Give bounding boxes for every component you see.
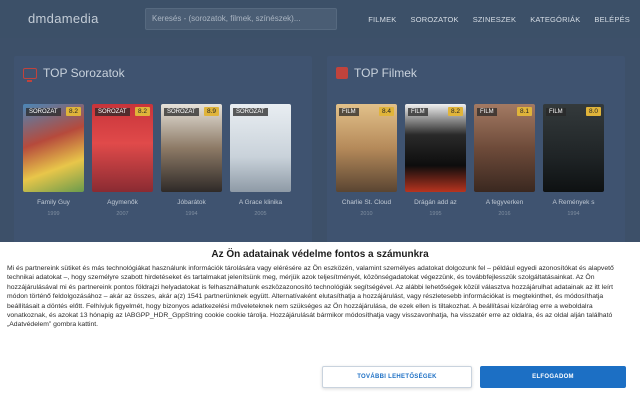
series-title[interactable]: Family Guy [23,199,84,206]
series-poster[interactable]: SOROZAT 8.2 [92,104,153,192]
tv-icon [23,67,37,82]
series-poster[interactable]: SOROZAT [230,104,291,192]
film-card-die-hard[interactable]: FILM 8.2 Drágán add az 1995 [405,104,466,217]
rating-badge: 8.9 [203,107,219,116]
top-series-header: TOP Sorozatok [23,66,125,82]
series-year: 2005 [254,211,267,217]
search-input[interactable]: Keresés - (sorozatok, filmek, színészek)… [145,8,337,30]
series-tag: SOROZAT [164,108,199,116]
series-card-friends[interactable]: SOROZAT 8.9 Jóbarátok 1994 [161,104,222,217]
films-card-row: FILM 8.4 Charlie St. Cloud 2010 FILM 8.2… [336,104,604,217]
series-card-family-guy[interactable]: SOROZAT 8.2 Family Guy 1999 [23,104,84,217]
consent-body: Mi és partnereink sütiket és más technol… [7,265,614,329]
film-card-hacksaw[interactable]: FILM 8.1 A fegyverken 2016 [474,104,535,217]
series-year: 1999 [47,211,60,217]
rating-badge: 8.0 [585,107,601,116]
film-year: 2010 [360,211,373,217]
top-films-header: TOP Filmek [336,66,417,80]
series-title[interactable]: Jóbarátok [161,199,222,206]
film-poster[interactable]: FILM 8.2 [405,104,466,192]
rating-badge: 8.2 [134,107,150,116]
series-card-big-bang[interactable]: SOROZAT 8.2 Agymenők 2007 [92,104,153,217]
consent-title: Az Ön adatainak védelme fontos a számunk… [211,249,429,260]
nav-films[interactable]: FILMEK [368,15,396,24]
film-title[interactable]: Charlie St. Cloud [336,199,397,206]
series-tag: SOROZAT [95,108,130,116]
nav-categories[interactable]: KATEGÓRIÁK [530,15,580,24]
film-tag: FILM [339,108,359,116]
nav-series[interactable]: SOROZATOK [411,15,459,24]
top-films-panel: TOP Filmek FILM 8.4 Charlie St. Cloud 20… [327,56,625,256]
series-poster[interactable]: SOROZAT 8.2 [23,104,84,192]
film-poster[interactable]: FILM 8.0 [543,104,604,192]
series-year: 1994 [185,211,198,217]
accept-button[interactable]: ELFOGADOM [480,366,626,388]
top-series-title: TOP Sorozatok [43,66,125,80]
film-poster[interactable]: FILM 8.1 [474,104,535,192]
top-navbar: dmdamedia Keresés - (sorozatok, filmek, … [0,0,640,38]
consent-dialog: Az Ön adatainak védelme fontos a számunk… [0,242,640,400]
top-series-panel: TOP Sorozatok SOROZAT 8.2 Family Guy 199… [14,56,312,256]
film-card-shawshank[interactable]: FILM 8.0 A Remények s 1994 [543,104,604,217]
film-tag: FILM [546,108,566,116]
top-films-title: TOP Filmek [354,66,417,80]
series-title[interactable]: A Grace klinika [230,199,291,206]
series-tag: SOROZAT [233,108,268,116]
series-year: 2007 [116,211,129,217]
more-options-button[interactable]: TOVÁBBI LEHETŐSÉGEK [322,366,472,388]
film-card-charlie[interactable]: FILM 8.4 Charlie St. Cloud 2010 [336,104,397,217]
film-title[interactable]: A fegyverken [474,199,535,206]
rating-badge: 8.2 [65,107,81,116]
series-card-row: SOROZAT 8.2 Family Guy 1999 SOROZAT 8.2 … [23,104,291,217]
rating-badge: 8.1 [516,107,532,116]
film-title[interactable]: A Remények s [543,199,604,206]
film-year: 2016 [498,211,511,217]
film-year: 1994 [567,211,580,217]
film-tag: FILM [408,108,428,116]
series-tag: SOROZAT [26,108,61,116]
site-logo[interactable]: dmdamedia [28,11,99,26]
series-card-greys-anatomy[interactable]: SOROZAT A Grace klinika 2005 [230,104,291,217]
film-poster[interactable]: FILM 8.4 [336,104,397,192]
series-title[interactable]: Agymenők [92,199,153,206]
rating-badge: 8.4 [378,107,394,116]
film-tag: FILM [477,108,497,116]
film-year: 1995 [429,211,442,217]
film-title[interactable]: Drágán add az [405,199,466,206]
nav-actors[interactable]: SZINESZEK [473,15,516,24]
main-nav: FILMEK SOROZATOK SZINESZEK KATEGÓRIÁK BE… [368,0,630,38]
rating-badge: 8.2 [447,107,463,116]
nav-login[interactable]: BELÉPÉS [594,15,630,24]
series-poster[interactable]: SOROZAT 8.9 [161,104,222,192]
film-icon [336,67,348,79]
